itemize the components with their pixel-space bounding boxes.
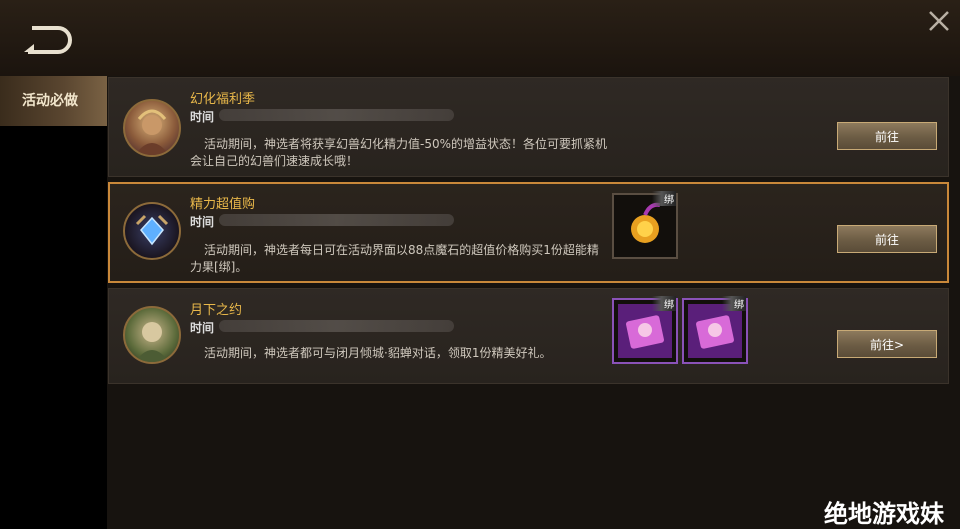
time-value-blurred [219,214,454,226]
activity-description: 活动期间，神选者将获享幻兽幻化精力值-50%的增益状态！各位可要抓紧机会让自己的… [190,137,608,168]
reward-item-slot[interactable]: 绑 [682,296,748,364]
bound-tag: 绑 [652,296,676,311]
bound-tag: 绑 [722,296,746,311]
time-label: 时间 [190,321,215,335]
time-value-blurred [219,320,454,332]
reward-item-slot[interactable]: 绑 [612,296,678,364]
activity-card-selected: 精力超值购 时间 活动期间，神选者每日可在活动界面以88点魔石的超值价格购买1份… [108,182,949,283]
activity-description: 活动期间，神选者每日可在活动界面以88点魔石的超值价格购买1份超能精力果[绑]。 [190,243,599,274]
activity-title: 月下之约 [190,303,243,318]
bound-tag: 绑 [652,191,676,206]
time-label: 时间 [190,215,215,229]
activity-description: 活动期间，神选者都可与闭月倾城·貂蝉对话，领取1份精美好礼。 [204,346,552,360]
close-icon[interactable] [926,8,952,34]
sidebar: 活动必做 [0,76,109,529]
time-value-blurred [219,109,454,121]
activity-card: 月下之约 时间 活动期间，神选者都可与闭月倾城·貂蝉对话，领取1份精美好礼。 绑… [108,288,949,384]
activity-title: 幻化福利季 [190,92,256,107]
back-arrow-icon[interactable] [22,22,78,54]
go-button[interactable]: 前往 [837,225,937,253]
avatar [123,99,181,157]
activity-list[interactable]: 幻化福利季 时间 活动期间，神选者将获享幻兽幻化精力值-50%的增益状态！各位可… [107,76,960,529]
watermark: 绝地游戏妹 [824,500,944,528]
activity-title: 精力超值购 [190,197,256,212]
sidebar-item-must-do[interactable]: 活动必做 [0,76,109,126]
avatar [123,202,181,260]
time-label: 时间 [190,110,215,124]
reward-item-slot[interactable]: 绑 [612,191,678,259]
top-bar [0,0,960,76]
avatar [123,306,181,364]
go-button[interactable]: 前往> [837,330,937,358]
activity-card: 幻化福利季 时间 活动期间，神选者将获享幻兽幻化精力值-50%的增益状态！各位可… [108,77,949,177]
go-button[interactable]: 前往 [837,122,937,150]
sidebar-item-label: 活动必做 [22,93,78,109]
